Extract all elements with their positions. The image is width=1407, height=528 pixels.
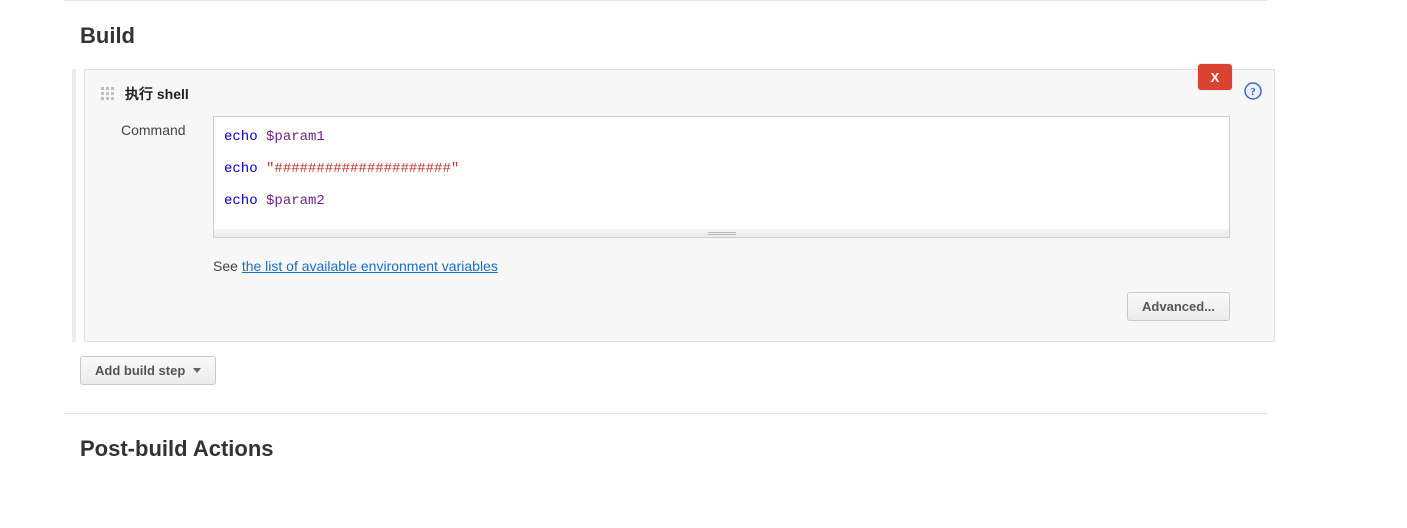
env-vars-link[interactable]: the list of available environment variab… (242, 258, 498, 274)
build-steps-container: X ? (72, 69, 1275, 342)
build-step-shell: X ? (84, 69, 1275, 342)
divider-after-build (64, 413, 1267, 414)
section-header-build: Build (80, 23, 1267, 49)
command-label: Command (101, 116, 205, 138)
env-vars-hint: See the list of available environment va… (213, 258, 1230, 274)
chevron-down-icon (193, 368, 201, 373)
textarea-resize-grip[interactable] (213, 229, 1230, 238)
help-icon[interactable]: ? (1244, 82, 1262, 100)
command-textarea[interactable]: echo $param1 echo "#####################… (213, 116, 1230, 230)
hint-prefix: See (213, 258, 242, 274)
divider-before-build (64, 0, 1267, 1)
svg-text:?: ? (1250, 86, 1256, 98)
delete-step-button[interactable]: X (1198, 64, 1232, 90)
command-row: Command echo $param1 echo "#############… (101, 116, 1230, 321)
add-build-step-button[interactable]: Add build step (80, 356, 216, 385)
build-step-title: 执行 shell (125, 84, 189, 104)
drag-handle-icon[interactable] (101, 87, 115, 101)
build-step-header: 执行 shell (101, 84, 1230, 104)
add-build-step-label: Add build step (95, 363, 185, 378)
section-header-postbuild: Post-build Actions (80, 436, 1267, 462)
advanced-button[interactable]: Advanced... (1127, 292, 1230, 321)
